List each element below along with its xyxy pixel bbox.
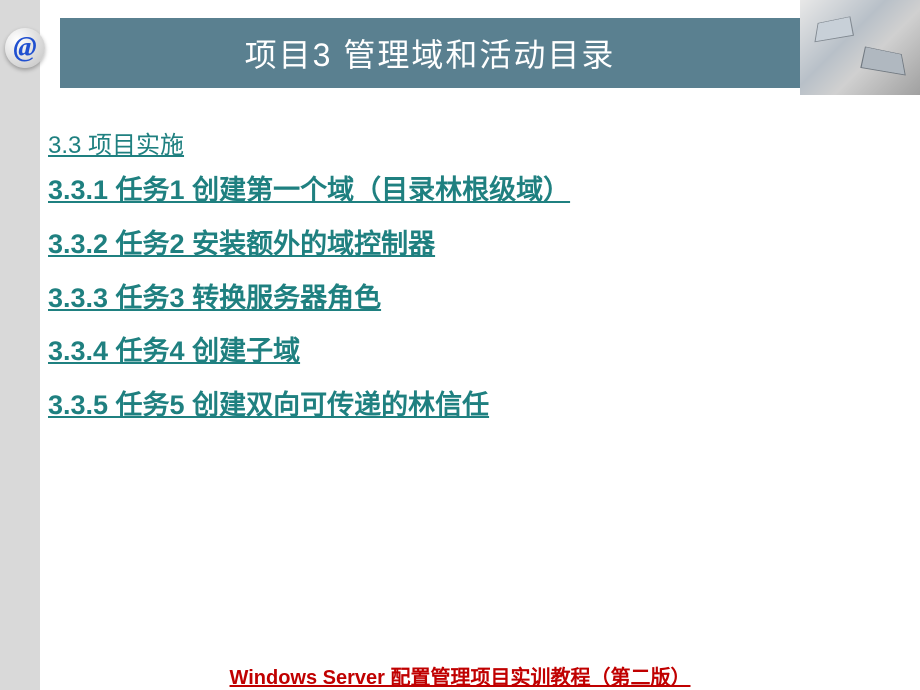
title-bar: 项目3 管理域和活动目录	[60, 18, 800, 88]
task-link-2[interactable]: 3.3.2 任务2 安装额外的域控制器	[48, 226, 868, 264]
subsection-heading[interactable]: 3.3 项目实施	[48, 125, 868, 160]
footer-text: Windows Server 配置管理项目实训教程（第二版）	[230, 661, 691, 690]
at-icon-circle: @	[5, 28, 45, 68]
left-sidebar	[0, 0, 40, 690]
task-link-3[interactable]: 3.3.3 任务3 转换服务器角色	[48, 280, 868, 318]
at-icon-badge: @	[5, 28, 45, 68]
slide-title: 项目3 管理域和活动目录	[245, 30, 616, 76]
task-link-4[interactable]: 3.3.4 任务4 创建子域	[48, 333, 868, 371]
task-link-1[interactable]: 3.3.1 任务1 创建第一个域（目录林根级域）	[48, 172, 868, 210]
at-icon: @	[13, 32, 36, 64]
decorative-tech-image	[800, 0, 920, 95]
task-link-5[interactable]: 3.3.5 任务5 创建双向可传递的林信任	[48, 387, 868, 425]
content-area: 3.3 项目实施 3.3.1 任务1 创建第一个域（目录林根级域） 3.3.2 …	[48, 125, 868, 441]
